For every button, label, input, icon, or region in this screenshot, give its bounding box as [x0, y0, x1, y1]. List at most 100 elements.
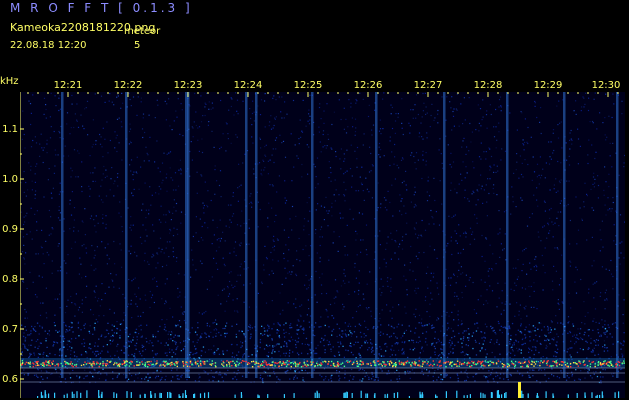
noise-speck: [380, 355, 383, 357]
noise-speck: [390, 290, 392, 292]
noise-speck: [274, 221, 276, 223]
noise-speck: [55, 154, 57, 156]
bottom-spike: [480, 392, 482, 398]
noise-speck: [152, 345, 154, 347]
noise-speck: [157, 330, 159, 333]
noise-speck: [462, 272, 464, 274]
noise-speck: [70, 341, 72, 343]
noise-speck: [272, 272, 274, 274]
noise-speck: [484, 281, 486, 283]
noise-speck: [461, 346, 463, 348]
noise-speck: [509, 356, 511, 359]
noise-speck: [609, 142, 611, 144]
noise-speck: [295, 274, 298, 277]
carrier-speck: [282, 360, 284, 363]
noise-speck: [316, 157, 319, 159]
noise-speck: [285, 371, 287, 373]
carrier-speck: [533, 365, 535, 367]
noise-speck: [157, 375, 159, 377]
noise-speck: [450, 351, 452, 353]
noise-speck: [510, 288, 512, 290]
noise-speck: [379, 354, 381, 357]
noise-speck: [414, 332, 416, 334]
bottom-spike: [567, 394, 569, 398]
noise-speck: [448, 315, 450, 317]
noise-speck: [586, 195, 588, 197]
noise-speck: [485, 377, 487, 379]
noise-speck: [330, 180, 332, 182]
noise-speck: [340, 168, 342, 170]
noise-speck: [77, 230, 79, 232]
noise-speck: [198, 312, 200, 314]
noise-speck: [178, 335, 180, 337]
noise-speck: [441, 162, 443, 164]
noise-speck: [218, 331, 220, 334]
noise-speck: [34, 136, 36, 138]
noise-speck: [146, 324, 148, 326]
noise-speck: [98, 315, 100, 317]
noise-speck: [330, 348, 332, 350]
noise-speck: [454, 304, 456, 306]
noise-speck: [451, 253, 453, 256]
noise-speck: [252, 142, 254, 144]
noise-speck: [566, 375, 568, 377]
bottom-spike: [283, 394, 285, 398]
noise-speck: [588, 288, 590, 290]
noise-speck: [294, 339, 297, 342]
noise-speck: [337, 341, 339, 343]
noise-speck: [559, 122, 561, 124]
noise-speck: [525, 305, 527, 307]
carrier-speck: [492, 363, 495, 365]
noise-speck: [343, 272, 345, 275]
carrier-speck: [607, 361, 609, 363]
noise-speck: [83, 338, 85, 340]
noise-speck: [398, 378, 401, 380]
noise-speck: [119, 329, 121, 331]
noise-speck: [272, 346, 274, 348]
noise-speck: [349, 208, 351, 210]
carrier-speck: [64, 360, 66, 363]
noise-speck: [381, 370, 383, 372]
noise-speck: [89, 217, 92, 220]
noise-speck: [86, 375, 88, 377]
noise-speck: [317, 344, 319, 346]
noise-speck: [288, 339, 290, 342]
noise-speck: [212, 322, 214, 324]
noise-speck: [457, 298, 459, 300]
carrier-speck: [384, 365, 386, 367]
noise-speck: [120, 216, 122, 218]
noise-speck: [450, 189, 452, 191]
noise-speck: [131, 353, 133, 356]
carrier-speck: [254, 363, 256, 365]
carrier-speck: [305, 365, 308, 367]
noise-speck: [591, 236, 593, 238]
noise-speck: [401, 122, 403, 124]
noise-speck: [539, 121, 541, 123]
noise-speck: [164, 303, 166, 305]
bottom-spike: [170, 392, 172, 398]
noise-speck: [597, 197, 599, 199]
carrier-speck: [495, 362, 498, 364]
noise-speck: [592, 371, 595, 373]
noise-speck: [378, 320, 380, 322]
carrier-speck: [113, 363, 115, 366]
noise-speck: [108, 100, 110, 102]
noise-speck: [488, 192, 490, 195]
noise-speck: [264, 166, 266, 169]
noise-speck: [569, 354, 571, 356]
noise-speck: [268, 274, 270, 276]
noise-speck: [365, 177, 367, 179]
noise-speck: [42, 353, 44, 355]
noise-speck: [595, 371, 597, 373]
noise-speck: [491, 290, 494, 292]
noise-speck: [206, 325, 208, 327]
noise-speck: [456, 192, 458, 194]
noise-speck: [418, 252, 420, 254]
noise-speck: [165, 301, 167, 303]
noise-speck: [111, 167, 113, 169]
noise-speck: [334, 302, 336, 304]
noise-speck: [441, 96, 443, 98]
noise-speck: [67, 299, 69, 301]
carrier-speck: [136, 361, 138, 363]
noise-speck: [365, 307, 367, 309]
